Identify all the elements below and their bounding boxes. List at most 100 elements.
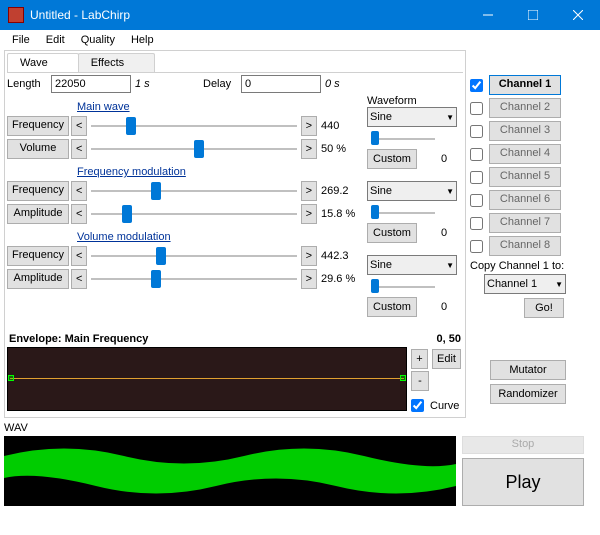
app-icon (8, 7, 24, 23)
fmod-freq-button[interactable]: Frequency (7, 181, 69, 201)
channel-button-7[interactable]: Channel 7 (489, 213, 561, 233)
wf-slider-2[interactable] (369, 203, 439, 223)
wf-value-1: 0 (441, 153, 447, 165)
fmod-freq-value: 269.2 (317, 185, 361, 197)
channel-checkbox-5[interactable] (470, 171, 483, 184)
wf-value-2: 0 (441, 227, 447, 239)
curve-label: Curve (430, 400, 459, 412)
custom-button-2[interactable]: Custom (367, 223, 417, 243)
length-label: Length (7, 78, 47, 90)
vmod-freq-inc[interactable]: > (301, 246, 317, 266)
channel-button-4[interactable]: Channel 4 (489, 144, 561, 164)
chevron-down-icon: ▼ (446, 187, 454, 196)
wav-label: WAV (4, 422, 596, 434)
vmod-amp-value: 29.6 % (317, 273, 361, 285)
envelope-coord: 0, 50 (437, 333, 461, 345)
fmod-amp-button[interactable]: Amplitude (7, 204, 69, 224)
channel-button-3[interactable]: Channel 3 (489, 121, 561, 141)
go-button[interactable]: Go! (524, 298, 564, 318)
chevron-down-icon: ▼ (446, 261, 454, 270)
wf-slider-3[interactable] (369, 277, 439, 297)
tab-bar: Wave Effects (7, 53, 463, 73)
vol-inc[interactable]: > (301, 139, 317, 159)
channel-button-6[interactable]: Channel 6 (489, 190, 561, 210)
play-button[interactable]: Play (462, 458, 584, 506)
waveform-select-1[interactable]: Sine▼ (367, 107, 457, 127)
channel-button-8[interactable]: Channel 8 (489, 236, 561, 256)
wf-value-3: 0 (441, 301, 447, 313)
channel-checkbox-6[interactable] (470, 194, 483, 207)
freq-slider[interactable] (87, 115, 300, 137)
tab-wave[interactable]: Wave (7, 53, 79, 72)
channel-checkbox-3[interactable] (470, 125, 483, 138)
fmod-amp-inc[interactable]: > (301, 204, 317, 224)
custom-button-3[interactable]: Custom (367, 297, 417, 317)
fmod-freq-inc[interactable]: > (301, 181, 317, 201)
chevron-down-icon: ▼ (555, 280, 563, 289)
wf-slider-1[interactable] (369, 129, 439, 149)
envelope-graph[interactable] (7, 347, 407, 411)
section-main-wave: Main wave (77, 101, 361, 113)
tab-effects[interactable]: Effects (78, 53, 155, 72)
vmod-amp-inc[interactable]: > (301, 269, 317, 289)
randomizer-button[interactable]: Randomizer (490, 384, 566, 404)
channel-checkbox-8[interactable] (470, 240, 483, 253)
fmod-freq-dec[interactable]: < (71, 181, 87, 201)
freq-dec[interactable]: < (71, 116, 87, 136)
waveform-label: Waveform (367, 95, 463, 107)
vol-slider[interactable] (87, 138, 300, 160)
titlebar: Untitled - LabChirp (0, 0, 600, 30)
vmod-freq-value: 442.3 (317, 250, 361, 262)
copy-target-select[interactable]: Channel 1▼ (484, 274, 566, 294)
stop-button: Stop (462, 436, 584, 454)
env-add-button[interactable]: + (411, 349, 428, 369)
waveform-select-2[interactable]: Sine▼ (367, 181, 457, 201)
menu-help[interactable]: Help (123, 32, 162, 48)
delay-time: 0 s (325, 78, 340, 90)
freq-value: 440 (317, 120, 361, 132)
channel-checkbox-1[interactable] (470, 79, 483, 92)
custom-button-1[interactable]: Custom (367, 149, 417, 169)
channel-button-2[interactable]: Channel 2 (489, 98, 561, 118)
waveform-select-3[interactable]: Sine▼ (367, 255, 457, 275)
chevron-down-icon: ▼ (446, 113, 454, 122)
window-title: Untitled - LabChirp (30, 8, 465, 22)
fmod-freq-slider[interactable] (87, 180, 300, 202)
minimize-button[interactable] (465, 0, 510, 30)
fmod-amp-slider[interactable] (87, 203, 300, 225)
length-input[interactable] (51, 75, 131, 93)
copy-label: Copy Channel 1 to: (470, 260, 582, 272)
channel-checkbox-4[interactable] (470, 148, 483, 161)
vmod-freq-button[interactable]: Frequency (7, 246, 69, 266)
env-edit-button[interactable]: Edit (432, 349, 461, 369)
envelope-title: Envelope: Main Frequency (9, 333, 148, 345)
menubar: File Edit Quality Help (0, 30, 600, 50)
menu-file[interactable]: File (4, 32, 38, 48)
vmod-amp-button[interactable]: Amplitude (7, 269, 69, 289)
menu-edit[interactable]: Edit (38, 32, 73, 48)
wav-output (4, 436, 456, 506)
env-remove-button[interactable]: - (411, 371, 429, 391)
maximize-button[interactable] (510, 0, 555, 30)
vmod-amp-slider[interactable] (87, 268, 300, 290)
vol-value: 50 % (317, 143, 361, 155)
vmod-freq-slider[interactable] (87, 245, 300, 267)
vol-dec[interactable]: < (71, 139, 87, 159)
menu-quality[interactable]: Quality (73, 32, 123, 48)
channel-checkbox-2[interactable] (470, 102, 483, 115)
volume-button[interactable]: Volume (7, 139, 69, 159)
channel-button-5[interactable]: Channel 5 (489, 167, 561, 187)
curve-checkbox[interactable] (411, 399, 424, 412)
channel-checkbox-7[interactable] (470, 217, 483, 230)
vmod-amp-dec[interactable]: < (71, 269, 87, 289)
section-freq-mod: Frequency modulation (77, 166, 361, 178)
frequency-button[interactable]: Frequency (7, 116, 69, 136)
fmod-amp-value: 15.8 % (317, 208, 361, 220)
channel-button-1[interactable]: Channel 1 (489, 75, 561, 95)
mutator-button[interactable]: Mutator (490, 360, 566, 380)
close-button[interactable] (555, 0, 600, 30)
fmod-amp-dec[interactable]: < (71, 204, 87, 224)
delay-input[interactable] (241, 75, 321, 93)
freq-inc[interactable]: > (301, 116, 317, 136)
vmod-freq-dec[interactable]: < (71, 246, 87, 266)
